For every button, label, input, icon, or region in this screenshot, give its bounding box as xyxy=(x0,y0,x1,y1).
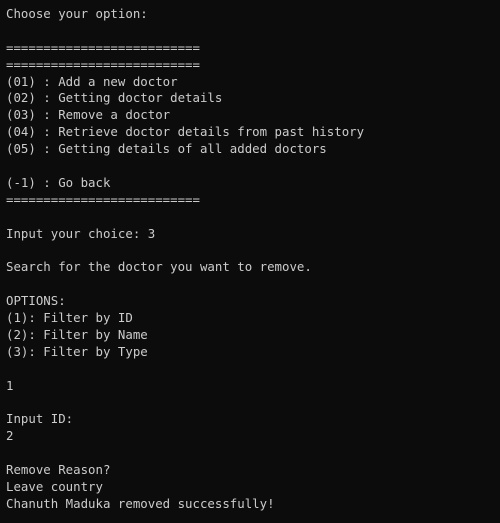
success-message: Chanuth Maduka removed successfully! xyxy=(6,495,275,511)
prompt-heading: Choose your option: xyxy=(6,6,148,21)
id-entry: 2 xyxy=(6,428,14,444)
filter-option-type: (3): Filter by Type xyxy=(6,343,148,359)
menu-option-go-back: (-1) : Go back xyxy=(6,174,111,190)
choice-input-line: Input your choice: 3 xyxy=(6,225,156,241)
remove-reason-entry: Leave country xyxy=(6,478,103,494)
menu-divider: ========================== xyxy=(6,191,200,207)
filter-option-id: (1): Filter by ID xyxy=(6,310,133,326)
menu-option-past-history: (04) : Retrieve doctor details from past… xyxy=(6,124,365,140)
menu-option-all-doctors: (05) : Getting details of all added doct… xyxy=(6,141,327,157)
filter-choice-entry: 1 xyxy=(6,377,14,393)
search-instruction: Search for the doctor you want to remove… xyxy=(6,259,312,275)
menu-divider: ========================== xyxy=(6,39,200,55)
console-window[interactable]: Choose your option: ====================… xyxy=(0,0,500,523)
remove-reason-prompt: Remove Reason? xyxy=(6,462,111,478)
menu-option-remove-doctor: (03) : Remove a doctor xyxy=(6,107,171,123)
menu-option-doctor-details: (02) : Getting doctor details xyxy=(6,90,223,106)
options-heading: OPTIONS: xyxy=(6,293,66,309)
menu-option-add-doctor: (01) : Add a new doctor xyxy=(6,73,178,89)
filter-option-name: (2): Filter by Name xyxy=(6,326,148,342)
menu-divider: ========================== xyxy=(6,56,200,72)
input-id-prompt: Input ID: xyxy=(6,411,74,427)
